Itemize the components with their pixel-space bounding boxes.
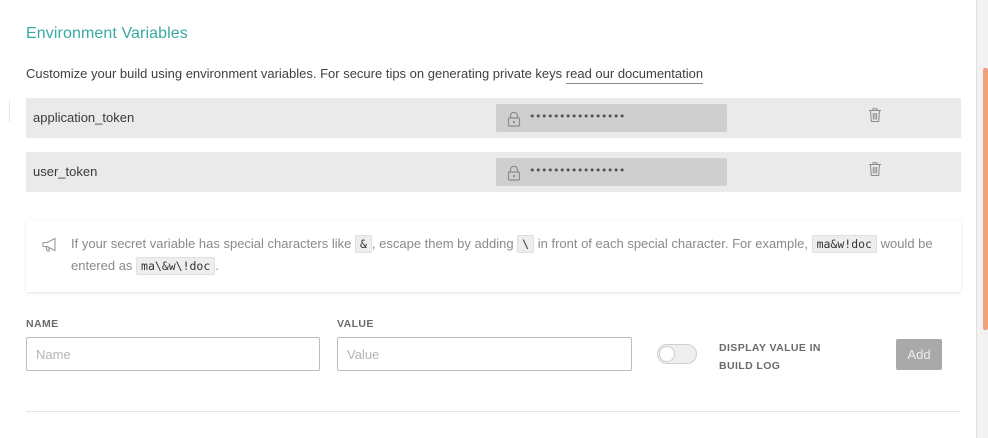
code-escaped-example: ma\&w\!doc [136, 257, 216, 275]
lock-icon [507, 165, 521, 181]
special-characters-notice: If your secret variable has special char… [26, 220, 961, 292]
env-var-name: user_token [33, 164, 98, 179]
notice-text: If your secret variable has special char… [71, 233, 946, 277]
notice-text-part: . [215, 258, 219, 273]
env-var-value: •••••••••••••••• [496, 104, 727, 132]
trash-icon[interactable] [868, 107, 882, 123]
env-var-row: user_token •••••••••••••••• [26, 152, 961, 192]
code-ampersand: & [354, 235, 372, 253]
add-button[interactable]: Add [896, 339, 942, 370]
megaphone-icon [42, 237, 56, 252]
scrollbar-thumb[interactable] [983, 68, 988, 330]
code-example: ma&w!doc [811, 235, 877, 253]
section-divider [26, 411, 961, 412]
settings-panel: Environment Variables Customize your bui… [0, 0, 975, 438]
display-value-toggle[interactable] [657, 344, 697, 364]
left-rule [9, 100, 10, 122]
code-backslash: \ [517, 235, 535, 253]
toggle-knob [659, 346, 675, 362]
value-input[interactable] [337, 337, 632, 371]
notice-text-part: in front of each special character. For … [534, 236, 812, 251]
name-label: NAME [26, 318, 59, 330]
section-description: Customize your build using environment v… [26, 66, 704, 84]
env-var-name: application_token [33, 110, 135, 125]
description-text: Customize your build using environment v… [26, 66, 566, 81]
masked-value: •••••••••••••••• [529, 164, 625, 177]
masked-value: •••••••••••••••• [529, 110, 625, 123]
section-title: Environment Variables [26, 25, 188, 42]
display-value-label: DISPLAY VALUE IN BUILD LOG [719, 342, 821, 372]
trash-icon[interactable] [868, 161, 882, 177]
value-label: VALUE [337, 318, 374, 330]
env-var-row: application_token •••••••••••••••• [26, 98, 961, 138]
documentation-link[interactable]: read our documentation [565, 66, 704, 84]
notice-text-part: If your secret variable has special char… [71, 236, 355, 251]
name-input[interactable] [26, 337, 320, 371]
notice-text-part: , escape them by adding [371, 236, 518, 251]
lock-icon [507, 111, 521, 127]
env-var-value: •••••••••••••••• [496, 158, 727, 186]
